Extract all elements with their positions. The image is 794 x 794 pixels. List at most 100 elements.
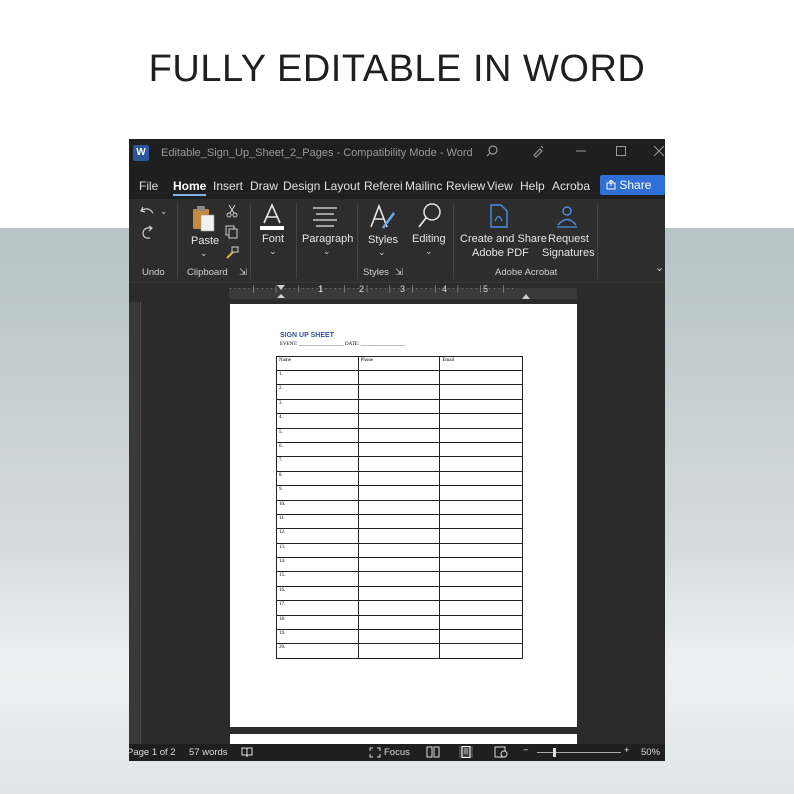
email-cell[interactable]: [439, 542, 523, 559]
email-cell[interactable]: [439, 413, 523, 429]
email-cell[interactable]: [439, 571, 523, 587]
page-count[interactable]: Page 1 of 2: [129, 747, 176, 758]
email-cell[interactable]: [439, 629, 523, 645]
designer-icon[interactable]: [531, 144, 545, 161]
tab-file[interactable]: File: [139, 179, 158, 193]
create-pdf-icon[interactable]: [488, 204, 510, 233]
undo-icon[interactable]: [139, 205, 157, 224]
phone-cell[interactable]: [357, 585, 441, 602]
styles-launcher-icon[interactable]: ⇲: [395, 267, 403, 278]
tab-design[interactable]: Design: [283, 179, 320, 193]
format-painter-icon[interactable]: [225, 246, 239, 265]
email-cell[interactable]: [439, 369, 523, 386]
collapse-ribbon-chevron-icon[interactable]: ⌄: [655, 261, 664, 274]
phone-cell[interactable]: [357, 557, 441, 573]
paste-icon[interactable]: [191, 205, 217, 238]
undo-dropdown-chevron-icon[interactable]: ⌄: [160, 206, 168, 217]
document-page[interactable]: SIGN UP SHEET EVENT: __________________ …: [230, 304, 577, 727]
minimize-icon[interactable]: [575, 144, 587, 161]
document-page-2[interactable]: [230, 734, 577, 744]
font-label[interactable]: Font: [262, 233, 284, 245]
request-signatures-line2[interactable]: Signatures: [542, 247, 595, 259]
phone-cell[interactable]: [357, 427, 441, 443]
phone-cell[interactable]: [357, 513, 441, 530]
zoom-slider-thumb[interactable]: [553, 748, 556, 757]
tab-references[interactable]: Referei: [364, 179, 403, 193]
redo-icon[interactable]: [139, 225, 157, 246]
name-cell[interactable]: 15.: [276, 571, 359, 587]
tab-view[interactable]: View: [487, 179, 513, 193]
name-cell[interactable]: 12.: [276, 528, 359, 544]
phone-cell[interactable]: [357, 528, 441, 544]
name-cell[interactable]: 18.: [276, 614, 359, 631]
request-signatures-line1[interactable]: Request: [548, 233, 589, 245]
copy-icon[interactable]: [225, 225, 239, 244]
phone-cell[interactable]: [357, 456, 441, 472]
name-cell[interactable]: 20.: [276, 643, 359, 659]
tab-mailings[interactable]: Mailinc: [405, 179, 442, 193]
close-icon[interactable]: [653, 144, 665, 161]
tab-help[interactable]: Help: [520, 179, 545, 193]
email-cell[interactable]: [439, 499, 523, 515]
focus-icon[interactable]: [369, 747, 381, 761]
phone-cell[interactable]: [357, 542, 441, 559]
zoom-in-icon[interactable]: +: [624, 745, 630, 756]
email-cell[interactable]: [439, 557, 523, 573]
create-share-pdf-line1[interactable]: Create and Share: [460, 233, 547, 245]
editing-search-icon[interactable]: [417, 202, 443, 235]
share-button[interactable]: Share: [600, 175, 665, 195]
cut-icon[interactable]: [225, 204, 239, 223]
signup-table[interactable]: Name Phone Email 1. 2. 3. 4. 5. 6. 7. 8. 9. 10. 11…: [276, 356, 523, 659]
tab-review[interactable]: Review: [446, 179, 485, 193]
email-cell[interactable]: [439, 427, 523, 443]
word-count[interactable]: 57 words: [189, 747, 228, 758]
styles-icon[interactable]: [368, 203, 396, 236]
name-cell[interactable]: 1.: [276, 369, 359, 386]
phone-cell[interactable]: [357, 470, 441, 487]
phone-cell[interactable]: [357, 413, 441, 429]
phone-cell[interactable]: [357, 643, 441, 659]
name-cell[interactable]: 14.: [276, 557, 359, 573]
name-cell[interactable]: 4.: [276, 413, 359, 429]
phone-cell[interactable]: [357, 571, 441, 587]
font-icon[interactable]: [258, 203, 286, 236]
email-cell[interactable]: [439, 456, 523, 472]
email-cell[interactable]: [439, 600, 523, 616]
tab-insert[interactable]: Insert: [213, 179, 243, 193]
name-cell[interactable]: 2.: [276, 384, 359, 400]
phone-cell[interactable]: [357, 369, 441, 386]
paste-label[interactable]: Paste: [191, 235, 219, 247]
tab-home[interactable]: Home: [173, 179, 206, 193]
email-cell[interactable]: [439, 398, 523, 415]
name-cell[interactable]: 10.: [276, 499, 359, 515]
font-dropdown-chevron-icon[interactable]: ⌄: [269, 246, 277, 257]
name-cell[interactable]: 6.: [276, 441, 359, 458]
styles-label[interactable]: Styles: [368, 234, 398, 246]
name-cell[interactable]: 13.: [276, 542, 359, 559]
search-icon[interactable]: [485, 144, 499, 161]
print-layout-icon[interactable]: [459, 746, 473, 758]
phone-cell[interactable]: [357, 485, 441, 501]
paste-dropdown-chevron-icon[interactable]: ⌄: [200, 248, 208, 259]
vertical-ruler[interactable]: [129, 302, 139, 744]
name-cell[interactable]: 7.: [276, 456, 359, 472]
request-signatures-icon[interactable]: [555, 204, 579, 233]
zoom-slider[interactable]: [537, 752, 621, 753]
zoom-level[interactable]: 50%: [641, 747, 660, 758]
web-layout-icon[interactable]: [494, 746, 508, 758]
paragraph-label[interactable]: Paragraph: [302, 233, 353, 245]
email-cell[interactable]: [439, 470, 523, 487]
read-mode-icon[interactable]: [426, 746, 440, 758]
email-cell[interactable]: [439, 485, 523, 501]
email-cell[interactable]: [439, 614, 523, 631]
styles-dropdown-chevron-icon[interactable]: ⌄: [378, 247, 386, 258]
name-cell[interactable]: 16.: [276, 585, 359, 602]
tab-draw[interactable]: Draw: [250, 179, 278, 193]
zoom-out-icon[interactable]: −: [523, 745, 529, 756]
phone-cell[interactable]: [357, 384, 441, 400]
phone-cell[interactable]: [357, 499, 441, 515]
phone-cell[interactable]: [357, 614, 441, 631]
email-cell[interactable]: [439, 643, 523, 659]
phone-cell[interactable]: [357, 441, 441, 458]
editing-dropdown-chevron-icon[interactable]: ⌄: [425, 246, 433, 257]
